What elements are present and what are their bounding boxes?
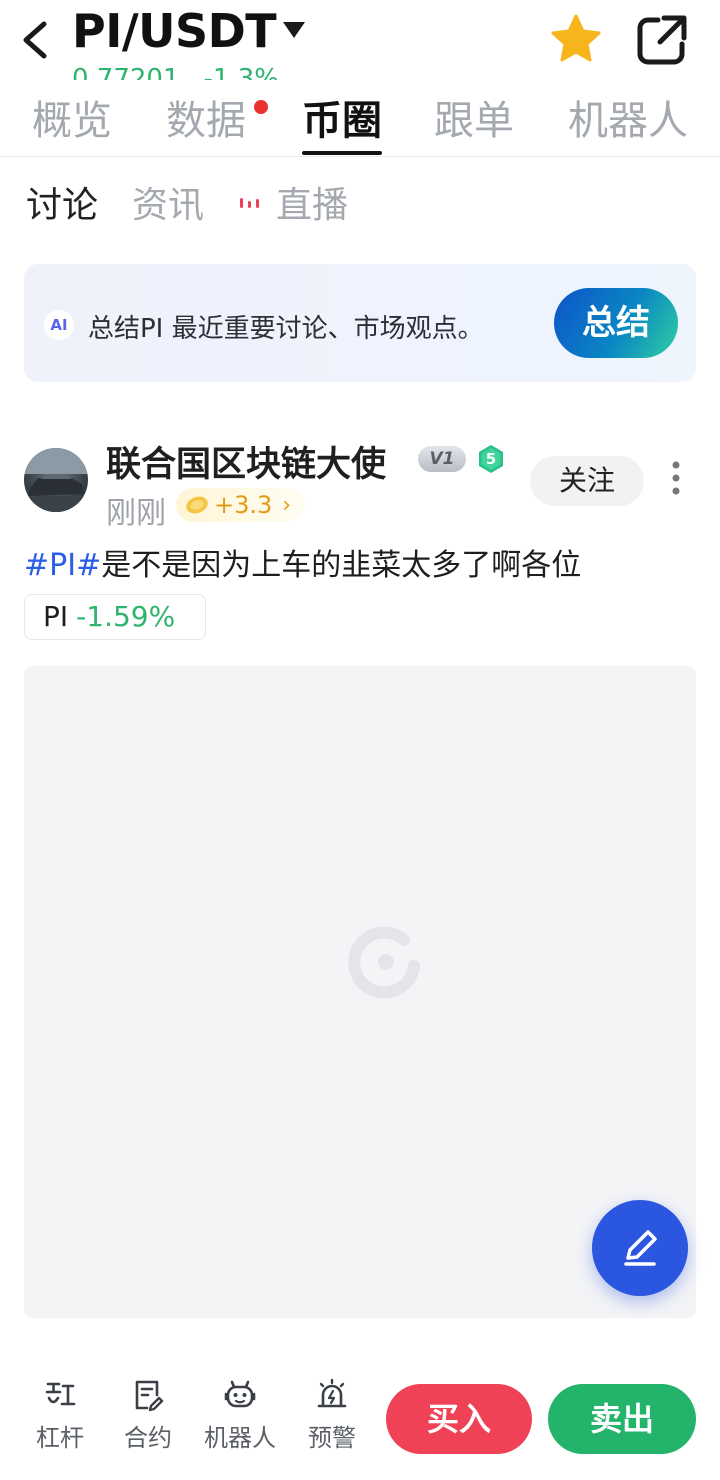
notification-dot <box>254 100 268 114</box>
follow-button[interactable]: 关注 <box>530 456 644 506</box>
avatar[interactable] <box>24 448 88 512</box>
post-content[interactable]: #PI#是不是因为上车的韭菜太多了啊各位 <box>24 540 581 584</box>
price-change: -1.3% <box>203 64 279 80</box>
star-icon[interactable] <box>546 10 606 70</box>
active-tab-indicator <box>302 151 382 155</box>
pair-title[interactable]: PI/USDT <box>72 4 277 58</box>
tab-data[interactable]: 数据 <box>166 88 246 146</box>
more-vertical-icon[interactable] <box>664 458 688 498</box>
coin-icon <box>186 496 208 514</box>
futures-button[interactable]: 合约 <box>108 1378 188 1470</box>
tab-overview[interactable]: 概览 <box>32 88 112 146</box>
leverage-button[interactable]: 杠杆 <box>20 1378 100 1470</box>
bottom-action-bar: 杠杆 合约 机器人 预警 买入 卖出 <box>0 1354 720 1480</box>
bottom-fade <box>0 1324 720 1354</box>
futures-label: 合约 <box>124 1424 172 1452</box>
ticker-change: -1.59% <box>76 600 176 633</box>
alert-button[interactable]: 预警 <box>292 1378 372 1470</box>
summarize-button[interactable]: 总结 <box>554 288 678 358</box>
chevron-right-icon: › <box>282 492 292 518</box>
compose-post-button[interactable] <box>592 1200 688 1296</box>
ticker-symbol: PI <box>43 600 69 633</box>
price-ticker-line: 0.77201 -1.3% <box>72 62 303 80</box>
hashtag-link[interactable]: #PI# <box>24 548 101 583</box>
alarm-icon <box>317 1378 347 1408</box>
author-name[interactable]: 联合国区块链大使 <box>106 436 386 487</box>
tab-community[interactable]: 币圈 <box>302 88 382 146</box>
main-tabs: 概览 数据 币圈 跟单 机器人 <box>0 88 720 156</box>
ai-summary-text: 总结PI 最近重要讨论、市场观点。 <box>88 314 484 344</box>
post-body-text: 是不是因为上车的韭菜太多了啊各位 <box>101 548 582 583</box>
tabs-divider <box>0 156 720 157</box>
caret-down-icon[interactable] <box>280 18 308 42</box>
tab-bots[interactable]: 机器人 <box>568 88 688 146</box>
loading-spinner-icon <box>348 926 420 999</box>
bot-label: 机器人 <box>204 1424 276 1452</box>
vip-badge: V1 <box>418 446 466 472</box>
share-icon[interactable] <box>634 12 690 68</box>
back-arrow-icon[interactable] <box>16 18 56 62</box>
tab-copy-trading[interactable]: 跟单 <box>434 88 514 146</box>
level-badge: 5 <box>476 444 506 474</box>
subtab-news[interactable]: 资讯 <box>132 176 204 228</box>
reward-pill[interactable]: +3.3 › <box>176 488 306 522</box>
ai-summary-banner[interactable]: AI 总结PI 最近重要讨论、市场观点。 总结 <box>24 264 696 382</box>
level-number: 5 <box>485 450 497 468</box>
sell-button[interactable]: 卖出 <box>548 1384 696 1454</box>
pencil-icon <box>624 1230 657 1266</box>
bot-button[interactable]: 机器人 <box>200 1378 280 1470</box>
subtab-discussion[interactable]: 讨论 <box>26 176 98 228</box>
subtab-live[interactable]: 直播 <box>276 176 348 228</box>
reward-value: +3.3 <box>214 491 273 519</box>
buy-button[interactable]: 买入 <box>386 1384 532 1454</box>
leverage-icon <box>45 1382 76 1406</box>
leverage-label: 杠杆 <box>36 1424 84 1452</box>
header-bar: PI/USDT 0.77201 -1.3% <box>0 0 720 80</box>
contract-icon <box>135 1380 164 1412</box>
live-bars-icon <box>240 198 259 208</box>
last-price: 0.77201 <box>72 64 180 80</box>
car-avatar-image <box>24 448 88 512</box>
post-time: 刚刚 <box>106 496 166 531</box>
ticker-chip[interactable]: PI -1.59% <box>24 594 206 640</box>
robot-icon <box>224 1380 256 1408</box>
alert-label: 预警 <box>308 1424 356 1452</box>
ai-icon: AI <box>44 310 74 340</box>
